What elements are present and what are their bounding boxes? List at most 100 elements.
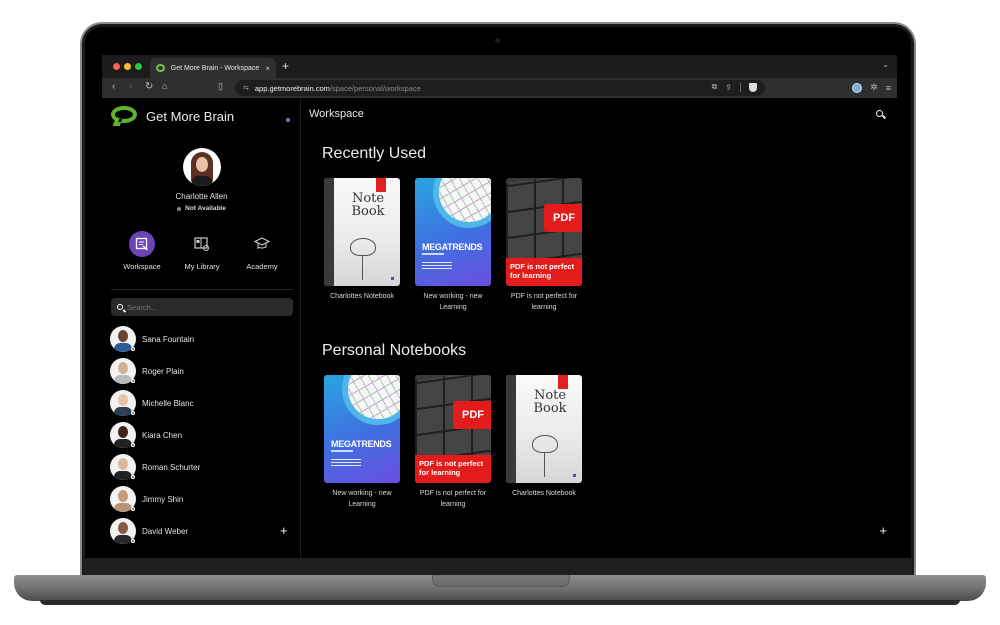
profile-avatar[interactable] <box>182 148 221 186</box>
profile-icon[interactable] <box>852 82 863 93</box>
contact-item[interactable]: Roger Plain <box>110 355 295 387</box>
url-separator <box>740 82 741 92</box>
sidebar-divider <box>111 289 293 290</box>
laptop-notch <box>432 575 570 587</box>
main-content: Workspace Recently Used Note Book Charlo… <box>302 98 897 558</box>
contact-item[interactable]: David Weber <box>110 515 295 547</box>
contact-list: Sana Fountain Roger Plain Michelle Blanc… <box>110 323 295 547</box>
site-settings-icon[interactable]: ⇆ <box>243 84 249 92</box>
tab-title: Get More Brain - Workspace <box>170 64 260 72</box>
add-notebook-button[interactable]: + <box>879 523 887 538</box>
nav-item-workspace[interactable]: Workspace <box>119 231 165 271</box>
nav-label: Academy <box>246 262 278 271</box>
brand[interactable]: Get More Brain <box>111 106 234 126</box>
share-icon[interactable]: ⇪ <box>725 83 732 92</box>
tab-bar: Get More Brain - Workspace × + ⌄ <box>102 55 897 78</box>
status-badge <box>131 347 135 351</box>
status-badge <box>131 443 135 447</box>
bookmark-icon[interactable]: ▯ <box>218 81 223 92</box>
search-icon[interactable] <box>876 110 887 120</box>
url-path: /space/personal/workspace <box>329 83 421 93</box>
card-label: PDF is not perfect for learning <box>419 490 487 508</box>
pdf-cover: PDF PDF is not perfect for learning <box>506 178 582 286</box>
add-contact-button[interactable]: + <box>280 523 288 538</box>
sidebar: Get More Brain Charlotte Allen Not Avail… <box>102 98 301 558</box>
edit-icon[interactable]: ⧉ <box>712 82 718 92</box>
home-icon[interactable]: ⌂ <box>162 81 167 91</box>
tab-close-button[interactable]: × <box>265 64 270 73</box>
nav-label: Workspace <box>123 262 161 271</box>
card-label: Charlottes Notebook <box>330 293 394 300</box>
notebook-cover: Note Book <box>506 375 582 483</box>
profile-status[interactable]: Not Available <box>102 205 301 212</box>
tab-list-chevron-icon[interactable]: ⌄ <box>882 60 889 69</box>
brand-name: Get More Brain <box>146 108 235 124</box>
user-profile: Charlotte Allen Not Available <box>102 148 301 212</box>
app: Get More Brain Charlotte Allen Not Avail… <box>102 98 897 558</box>
contact-item[interactable]: Kiara Chen <box>110 419 295 451</box>
contact-search[interactable] <box>111 298 293 316</box>
new-tab-button[interactable]: + <box>282 59 289 73</box>
camera <box>495 38 500 43</box>
window-close-button[interactable] <box>113 63 120 70</box>
forward-icon[interactable]: › <box>129 81 132 92</box>
nav-item-academy[interactable]: Academy <box>239 231 285 271</box>
workspace-icon <box>129 231 155 257</box>
browser-toolbar: ‹ › ↻ ⌂ ▯ ⇆ app.getmorebrain.com /space/… <box>102 78 897 98</box>
pdf-cover: PDF PDF is not perfect for learning <box>415 375 491 483</box>
nav-item-my-library[interactable]: My Library <box>179 231 225 271</box>
favicon-icon <box>156 64 165 72</box>
notebook-card[interactable]: Note Book Charlottes Notebook <box>506 375 582 510</box>
status-badge <box>131 411 135 415</box>
notebook-card[interactable]: PDF PDF is not perfect for learning PDF … <box>506 178 582 313</box>
window-minimize-button[interactable] <box>124 63 131 70</box>
status-badge <box>131 507 135 511</box>
back-icon[interactable]: ‹ <box>112 81 115 92</box>
menu-icon[interactable]: ≡ <box>886 83 891 93</box>
reload-icon[interactable]: ↻ <box>145 81 153 92</box>
brand-logo-icon <box>111 106 138 126</box>
status-badge <box>131 475 135 479</box>
contact-item[interactable]: Sana Fountain <box>110 323 295 355</box>
notebook-cover: Note Book <box>324 178 400 286</box>
contact-item[interactable]: Jimmy Shin <box>110 483 295 515</box>
contact-name: Jimmy Shin <box>142 494 184 504</box>
search-icon <box>117 304 123 310</box>
extensions-icon[interactable]: ✲ <box>870 82 878 93</box>
status-dot-icon <box>177 206 182 211</box>
main-nav: Workspace My Library Academy <box>119 231 285 271</box>
notebook-card[interactable]: PDF PDF is not perfect for learning PDF … <box>415 375 491 510</box>
contact-name: Roger Plain <box>142 366 184 376</box>
contact-item[interactable]: Roman Schurter <box>110 451 295 483</box>
brave-shield-icon[interactable] <box>749 82 757 92</box>
nav-label: My Library <box>184 262 220 271</box>
laptop-shadow <box>40 600 960 605</box>
browser-tab[interactable]: Get More Brain - Workspace × <box>150 58 276 78</box>
graduation-cap-icon <box>249 231 275 257</box>
recently-used-list: Note Book Charlottes Notebook MEGATRENDS… <box>324 178 582 313</box>
card-label: New working - new Learning <box>332 490 392 508</box>
card-label: PDF is not perfect for learning <box>510 293 578 311</box>
notebook-card[interactable]: MEGATRENDS New working - new Learning <box>415 178 491 313</box>
notebook-card[interactable]: Note Book Charlottes Notebook <box>324 178 400 313</box>
contact-name: Roman Schurter <box>142 462 201 472</box>
status-badge <box>131 539 135 543</box>
contact-name: Kiara Chen <box>142 430 183 440</box>
url-host: app.getmorebrain.com <box>254 83 330 93</box>
notebook-card[interactable]: MEGATRENDS New working - new Learning <box>324 375 400 510</box>
megatrends-cover: MEGATRENDS <box>415 178 491 286</box>
search-input[interactable] <box>127 302 287 312</box>
section-title-recently-used: Recently Used <box>322 145 427 162</box>
personal-notebooks-list: MEGATRENDS New working - new Learning PD… <box>324 375 582 510</box>
megatrends-cover: MEGATRENDS <box>324 375 400 483</box>
card-label: Charlottes Notebook <box>512 490 576 497</box>
status-badge <box>131 379 135 383</box>
contact-item[interactable]: Michelle Blanc <box>110 387 295 419</box>
section-title-personal-notebooks: Personal Notebooks <box>322 342 467 359</box>
page-title: Workspace <box>309 108 364 120</box>
notification-dot-icon[interactable] <box>286 118 290 122</box>
screen: Get More Brain - Workspace × + ⌄ ‹ › ↻ ⌂… <box>102 55 897 558</box>
contact-name: David Weber <box>142 526 189 536</box>
address-bar[interactable]: ⇆ app.getmorebrain.com /space/personal/w… <box>235 80 765 96</box>
window-maximize-button[interactable] <box>135 63 142 70</box>
